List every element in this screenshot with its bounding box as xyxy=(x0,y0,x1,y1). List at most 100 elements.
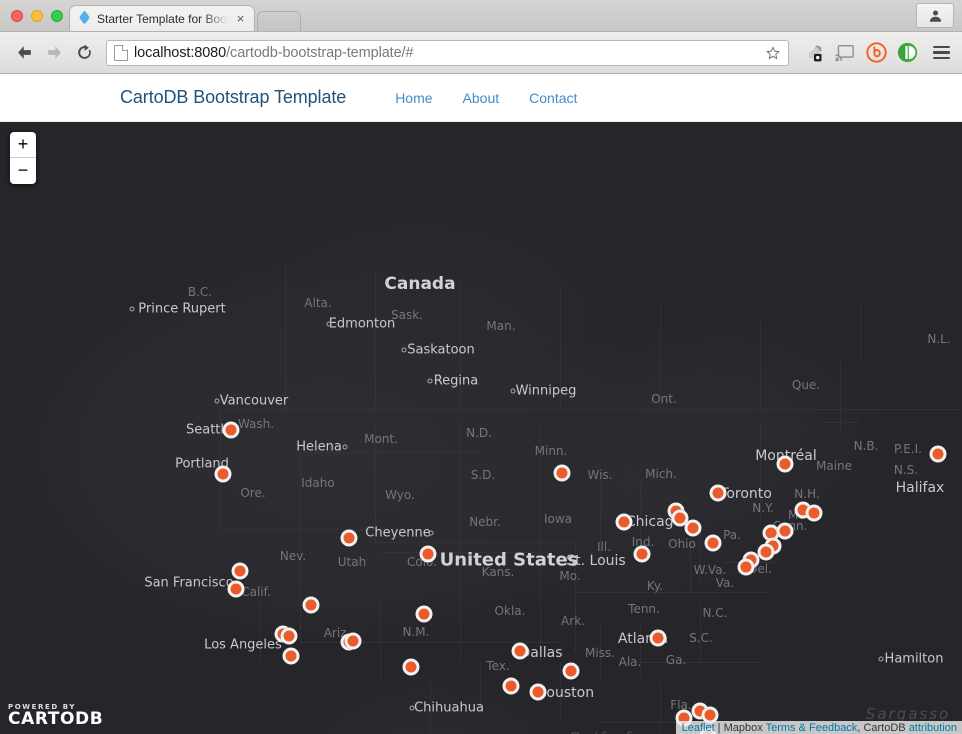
map-marker[interactable] xyxy=(511,642,529,660)
map-city-dot xyxy=(428,530,434,536)
map-marker[interactable] xyxy=(419,545,437,563)
tab-title: Starter Template for Bootst xyxy=(97,11,233,26)
map-marker[interactable] xyxy=(282,647,300,665)
person-icon xyxy=(929,10,941,22)
map-marker[interactable] xyxy=(649,629,667,647)
close-window-button[interactable] xyxy=(11,10,23,22)
map-border-segment xyxy=(285,262,286,412)
cartodb-logo[interactable]: POWERED BY CARTODB xyxy=(8,702,103,729)
map-city-dot xyxy=(129,306,135,312)
map-marker[interactable] xyxy=(214,465,232,483)
zoom-out-button[interactable]: − xyxy=(10,158,36,184)
profile-button[interactable] xyxy=(916,3,954,28)
map-border-segment xyxy=(700,532,701,582)
map-marker[interactable] xyxy=(231,562,249,580)
menu-bar-1 xyxy=(932,45,950,49)
map-border-segment xyxy=(260,602,261,662)
map-marker[interactable] xyxy=(709,484,727,502)
close-icon[interactable]: × xyxy=(233,11,248,26)
map-border-segment xyxy=(560,662,561,722)
map-marker[interactable] xyxy=(415,605,433,623)
attribution-terms-link[interactable]: Terms & Feedback xyxy=(766,722,858,734)
back-button[interactable] xyxy=(10,39,38,67)
map-marker[interactable] xyxy=(562,662,580,680)
powered-by-label: POWERED BY xyxy=(8,702,77,711)
star-icon xyxy=(766,45,780,59)
arrow-right-icon xyxy=(47,46,61,59)
map-border-segment xyxy=(220,529,380,530)
cast-icon xyxy=(835,44,854,61)
navbar-brand[interactable]: CartoDB Bootstrap Template xyxy=(120,87,380,108)
map-border-segment xyxy=(540,422,541,552)
menu-bar-2 xyxy=(932,51,950,54)
pocket-icon xyxy=(897,42,917,63)
url-path: /cartodb-bootstrap-template/# xyxy=(226,44,414,61)
browser-window: Starter Template for Bootst × localhost:… xyxy=(0,0,962,734)
map-city-dot xyxy=(409,705,415,711)
attribution-mapbox-label: Mapbox xyxy=(723,722,763,734)
map-marker[interactable] xyxy=(222,421,240,439)
map-marker[interactable] xyxy=(805,504,823,522)
site-navbar: CartoDB Bootstrap Template Home About Co… xyxy=(0,74,962,122)
nav-link-about[interactable]: About xyxy=(448,90,515,106)
map-border-segment xyxy=(480,662,481,712)
map-marker[interactable] xyxy=(344,632,362,650)
map-marker[interactable] xyxy=(737,558,755,576)
map-marker[interactable] xyxy=(704,534,722,552)
map-marker[interactable] xyxy=(929,445,947,463)
map-marker[interactable] xyxy=(529,683,547,701)
map-border-segment xyxy=(760,422,761,522)
map-city-dot xyxy=(401,347,407,353)
map-marker[interactable] xyxy=(502,677,520,695)
map-border-segment xyxy=(375,542,575,543)
map-marker[interactable] xyxy=(302,596,320,614)
maximize-window-button[interactable] xyxy=(51,10,63,22)
arrow-left-icon xyxy=(17,46,31,59)
eyedropper-extension-button[interactable] xyxy=(803,42,825,64)
map-border-segment xyxy=(300,452,480,453)
map-marker[interactable] xyxy=(340,529,358,547)
map-border-segment xyxy=(860,302,861,362)
map-marker[interactable] xyxy=(757,543,775,561)
map-marker[interactable] xyxy=(402,658,420,676)
nav-link-contact[interactable]: Contact xyxy=(514,90,592,106)
reload-button[interactable] xyxy=(70,39,98,67)
map-border-segment xyxy=(300,552,301,642)
url-host: localhost:8080 xyxy=(134,44,227,61)
map-border-segment xyxy=(560,287,561,407)
map-border-segment xyxy=(700,602,701,662)
bitly-extension-button[interactable] xyxy=(865,42,887,64)
new-tab-button[interactable] xyxy=(257,11,301,31)
attribution-cartodb-label: CartoDB xyxy=(863,722,906,734)
page-document-icon xyxy=(114,44,128,61)
map-marker[interactable] xyxy=(280,627,298,645)
map-zoom-control: + − xyxy=(10,132,36,184)
map-city-dot xyxy=(326,321,332,327)
address-bar[interactable]: localhost:8080/cartodb-bootstrap-templat… xyxy=(106,39,789,66)
pocket-extension-button[interactable] xyxy=(896,42,918,64)
nav-link-home[interactable]: Home xyxy=(380,90,447,106)
leaflet-map[interactable]: CanadaUnited StatesMéxicoCubaBahamasRepú… xyxy=(0,122,962,734)
menu-bar-3 xyxy=(932,56,950,60)
map-border-segment xyxy=(460,277,461,412)
map-marker[interactable] xyxy=(776,455,794,473)
bookmark-button[interactable] xyxy=(762,42,784,64)
map-marker[interactable] xyxy=(684,519,702,537)
cast-extension-button[interactable] xyxy=(834,42,856,64)
map-marker[interactable] xyxy=(553,464,571,482)
map-marker[interactable] xyxy=(227,580,245,598)
forward-button[interactable] xyxy=(40,39,68,67)
map-city-dot xyxy=(510,388,516,394)
eyedropper-icon xyxy=(809,45,822,61)
map-city-dot xyxy=(878,656,884,662)
map-marker[interactable] xyxy=(615,513,633,531)
minimize-window-button[interactable] xyxy=(31,10,43,22)
zoom-in-button[interactable]: + xyxy=(10,132,36,158)
browser-menu-button[interactable] xyxy=(930,42,952,64)
attribution-leaflet-link[interactable]: Leaflet xyxy=(682,722,715,734)
browser-toolbar: localhost:8080/cartodb-bootstrap-templat… xyxy=(0,32,962,74)
map-marker[interactable] xyxy=(776,522,794,540)
browser-tab[interactable]: Starter Template for Bootst × xyxy=(69,5,255,31)
attribution-link[interactable]: attribution xyxy=(909,722,957,734)
map-marker[interactable] xyxy=(633,545,651,563)
